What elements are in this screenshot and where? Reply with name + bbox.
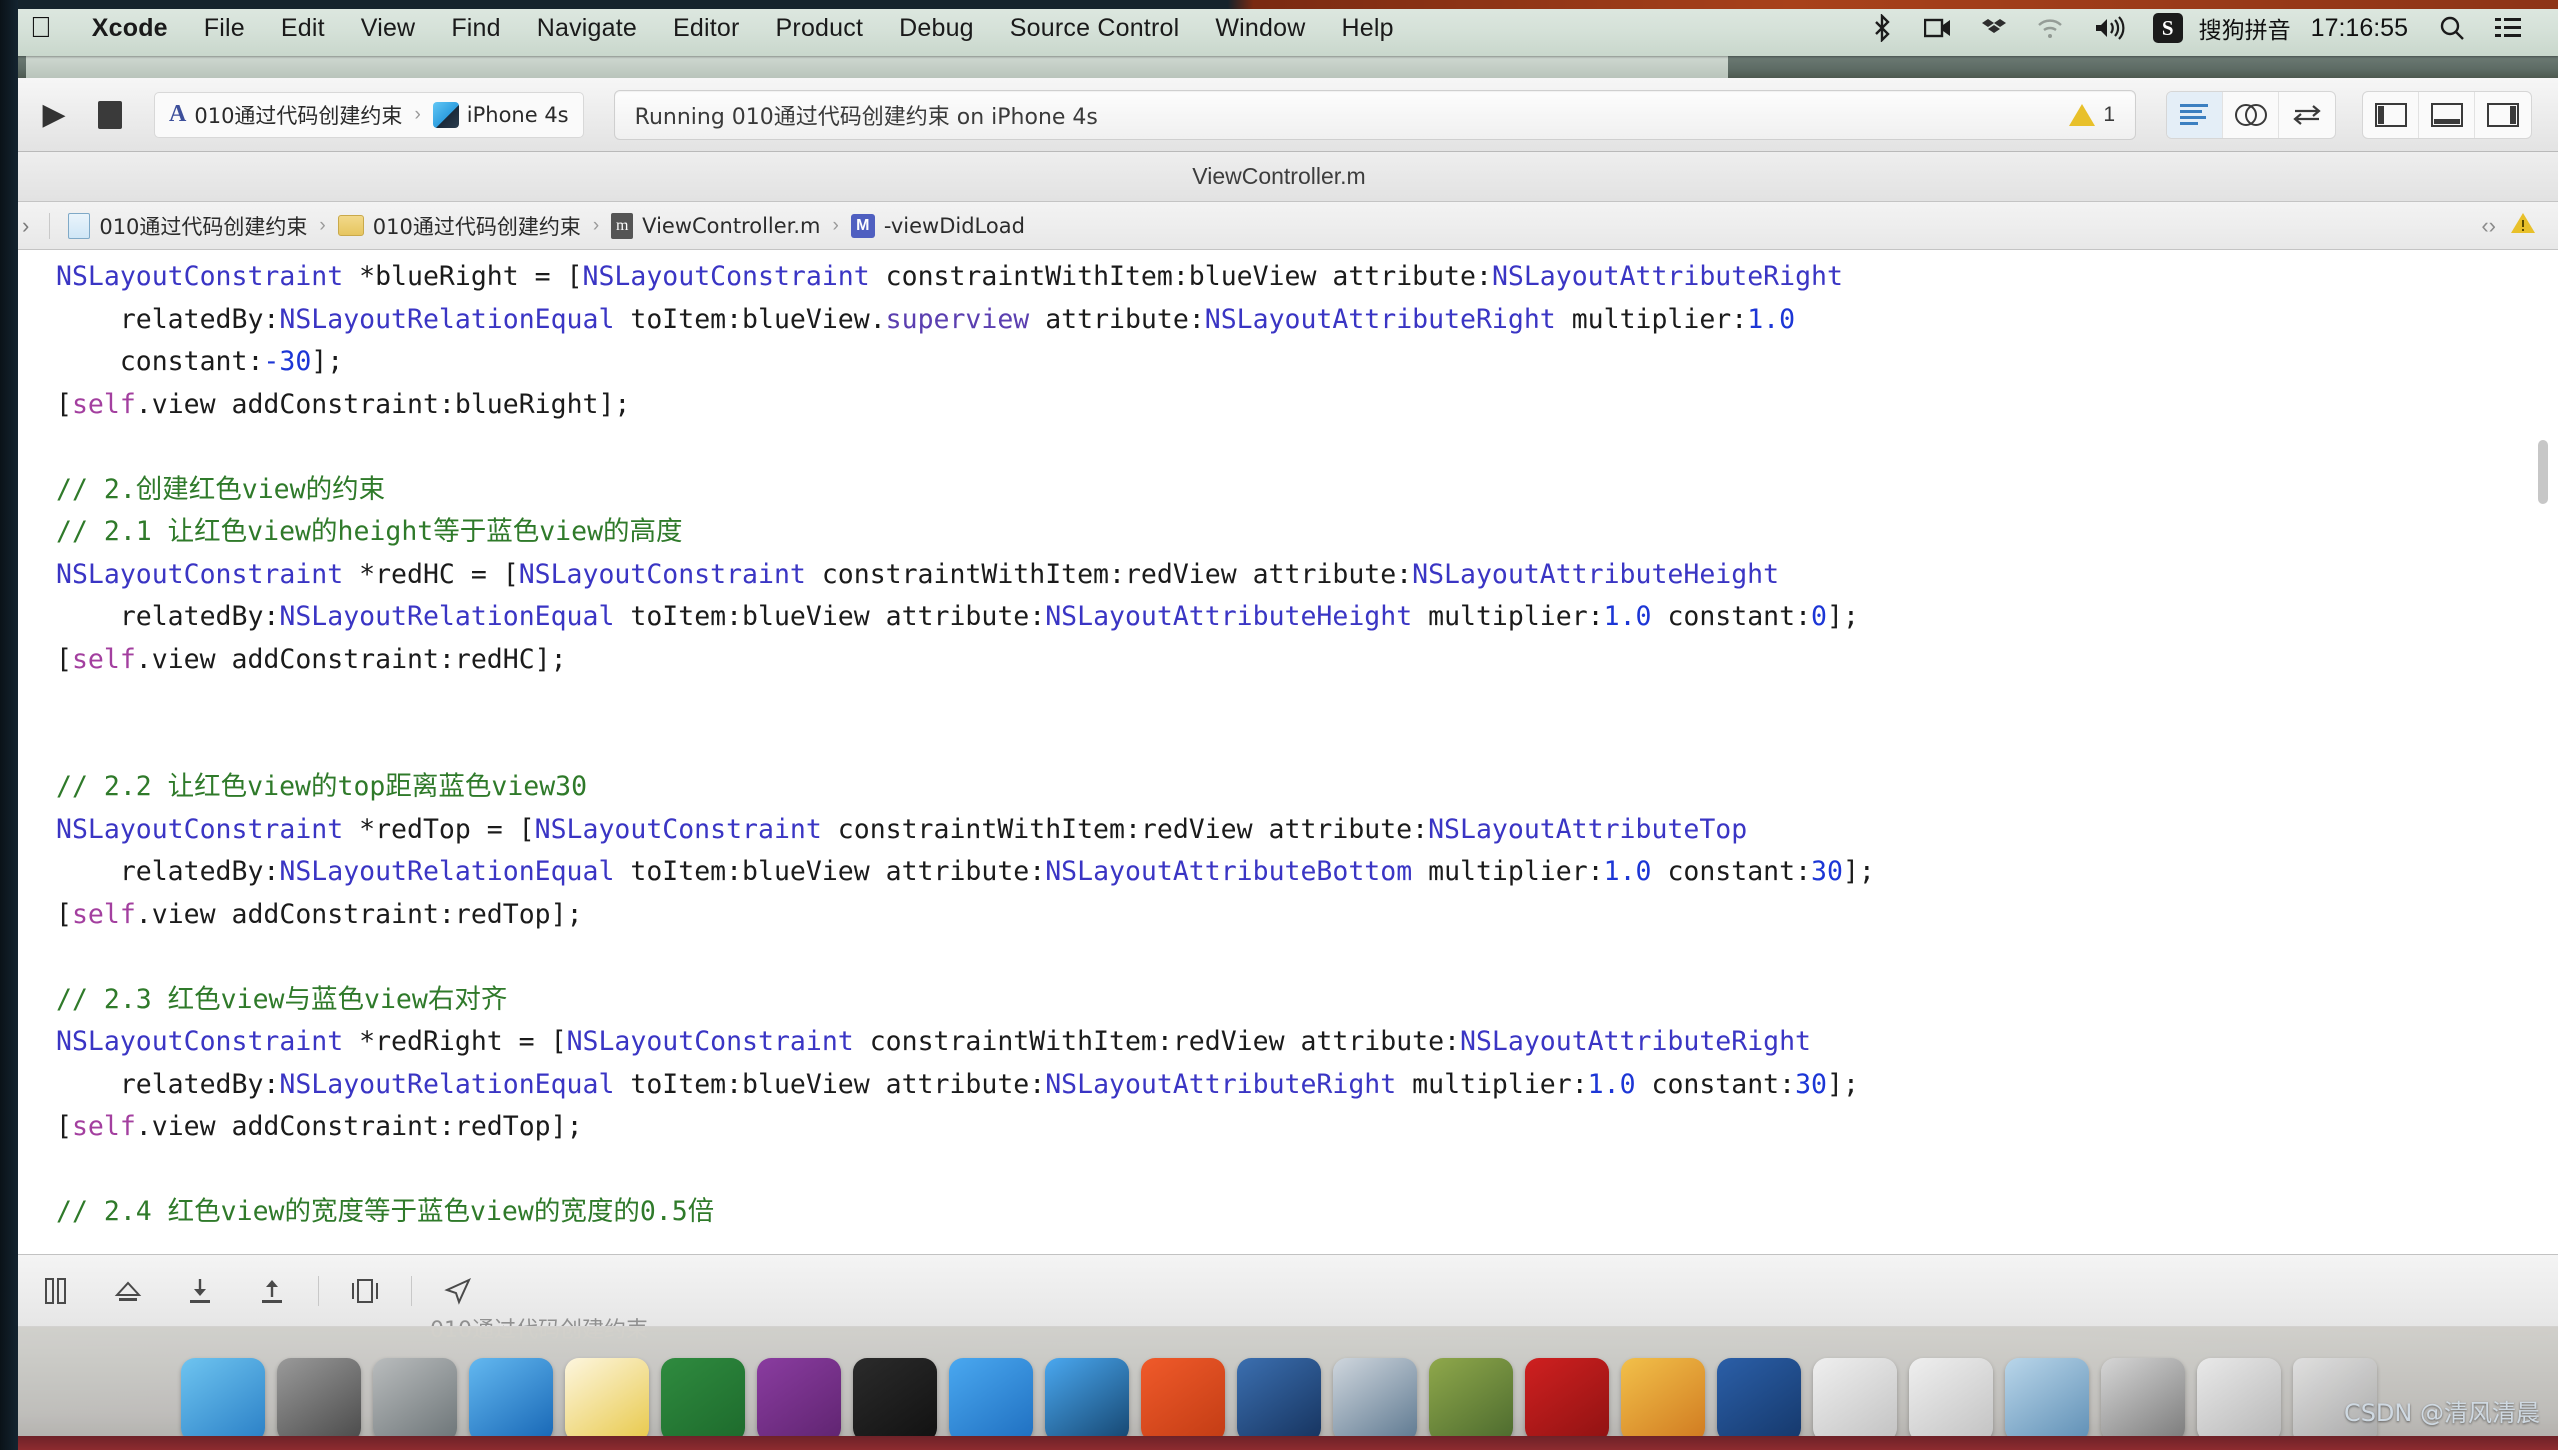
assistant-editor-icon[interactable] — [2223, 91, 2279, 138]
code-content[interactable]: NSLayoutConstraint *blueRight = [NSLayou… — [0, 250, 2558, 1234]
folder-icon — [337, 215, 364, 236]
search-icon[interactable] — [2424, 15, 2480, 41]
volume-icon[interactable] — [2079, 16, 2141, 40]
pause-icon[interactable] — [20, 1265, 92, 1317]
breadcrumb-file[interactable]: ViewController.m — [603, 212, 828, 239]
file-title: ViewController.m — [1192, 163, 1366, 189]
xcode-toolbar: ▶ A 010通过代码创建约束 › iPhone 4s Running 010通… — [0, 78, 2558, 152]
dropbox-icon[interactable] — [1967, 16, 2021, 40]
dock-item-font-book[interactable] — [1813, 1358, 1897, 1442]
project-icon — [68, 212, 91, 239]
chevron-right-icon-3: › — [832, 214, 839, 236]
xcode-window: ▶ A 010通过代码创建约束 › iPhone 4s Running 010通… — [0, 56, 2558, 1326]
breadcrumb-method[interactable]: M -viewDidLoad — [843, 213, 1033, 238]
jump-bar-right-controls: ‹› — [2481, 211, 2546, 240]
window-title-strip — [0, 56, 2558, 78]
jump-bar-divider — [49, 212, 51, 239]
screen-left-edge — [0, 0, 18, 1450]
breadcrumb-project[interactable]: 010通过代码创建约束 — [60, 211, 315, 241]
dock-item-documents-folder[interactable] — [2197, 1358, 2281, 1442]
mac-dock — [0, 1326, 2558, 1450]
dock-item-notes[interactable] — [565, 1358, 649, 1450]
activity-status-bar[interactable]: Running 010通过代码创建约束 on iPhone 4s 1 — [613, 89, 2136, 140]
warning-count: 1 — [2103, 102, 2115, 126]
scheme-project-label: 010通过代码创建约束 — [194, 103, 403, 128]
debug-bar-divider — [318, 1275, 319, 1306]
desktop:  Xcode File Edit View Find Navigate Edi… — [0, 0, 2558, 1450]
dock-item-microsoft-excel[interactable] — [661, 1358, 745, 1450]
dock-items — [178, 1358, 2380, 1450]
dock-item-filezilla[interactable] — [1525, 1358, 1609, 1442]
jump-bar: › 010通过代码创建约束 › 010通过代码创建约束 › ViewContro… — [0, 202, 2558, 250]
input-method-label[interactable]: 搜狗拼音 — [2189, 11, 2295, 45]
method-icon: M — [850, 213, 875, 238]
debug-bar — [0, 1254, 2558, 1326]
source-code[interactable]: NSLayoutConstraint *blueRight = [NSLayou… — [56, 256, 2558, 1234]
toolbar-right-controls — [2166, 90, 2532, 139]
dock-item-photo-viewer[interactable] — [2005, 1358, 2089, 1442]
dock-item-font-book-2[interactable] — [1909, 1358, 1993, 1442]
dock-item-finder[interactable] — [181, 1358, 265, 1450]
dock-item-microsoft-word[interactable] — [1717, 1358, 1801, 1442]
toggle-debug-area-icon[interactable] — [2419, 91, 2475, 138]
status-message: Running 010通过代码创建约束 on iPhone 4s — [634, 104, 1098, 130]
panel-toggle-group — [2362, 90, 2532, 139]
scheme-separator-icon: › — [414, 103, 421, 125]
dock-item-safari[interactable] — [469, 1358, 553, 1450]
scheme-device-label: iPhone 4s — [466, 102, 569, 127]
dock-item-microsoft-onenote[interactable] — [757, 1358, 841, 1450]
screen-top-strip — [0, 0, 2558, 9]
wifi-icon[interactable] — [2021, 17, 2079, 39]
editor-scrollbar[interactable] — [2538, 440, 2548, 504]
version-editor-icon[interactable] — [2279, 92, 2335, 138]
toggle-utilities-icon[interactable] — [2475, 92, 2531, 138]
sogou-badge-letter: S — [2152, 13, 2183, 43]
stop-button[interactable] — [82, 92, 138, 138]
dock-item-display[interactable] — [2101, 1358, 2185, 1442]
chevron-right-icon: › — [319, 214, 326, 236]
breadcrumb-file-label: ViewController.m — [642, 213, 821, 238]
breadcrumb-method-label: -viewDidLoad — [883, 213, 1025, 238]
dock-item-xcode-beta[interactable] — [1045, 1358, 1129, 1442]
dock-item-pycharm[interactable] — [1141, 1358, 1225, 1450]
simulator-icon — [432, 101, 459, 128]
breadcrumb-project-label: 010通过代码创建约束 — [99, 214, 308, 239]
screen-record-icon[interactable] — [1909, 16, 1967, 40]
step-into-icon[interactable] — [164, 1265, 236, 1317]
toggle-navigator-icon[interactable] — [2363, 91, 2419, 138]
run-button[interactable]: ▶ — [26, 92, 82, 138]
code-editor[interactable]: NSLayoutConstraint *blueRight = [NSLayou… — [0, 250, 2558, 1326]
editor-mode-group — [2166, 90, 2336, 139]
view-hierarchy-icon[interactable] — [329, 1265, 401, 1317]
dock-item-preview[interactable] — [1237, 1358, 1321, 1442]
dock-item-quicktime-player[interactable] — [1333, 1358, 1417, 1442]
dock-item-system-preferences[interactable] — [277, 1358, 361, 1450]
dock-item-launchpad[interactable] — [373, 1358, 457, 1450]
menu-bar-clock[interactable]: 17:16:55 — [2295, 14, 2424, 43]
chevron-left-right-icon[interactable]: ‹› — [2481, 213, 2496, 239]
bluetooth-icon[interactable] — [1855, 14, 1909, 42]
warning-triangle-icon — [2069, 103, 2096, 126]
dock-bottom-strip — [0, 1436, 2558, 1450]
xcode-project-icon: A — [169, 101, 187, 127]
step-over-icon[interactable] — [92, 1265, 164, 1317]
watermark: CSDN @清风清晨 — [2343, 1399, 2540, 1427]
notification-center-icon[interactable] — [2480, 17, 2536, 39]
chevron-right-icon-2: › — [592, 214, 600, 236]
dock-item-photos[interactable] — [1621, 1358, 1705, 1442]
location-icon[interactable] — [422, 1265, 494, 1317]
step-out-icon[interactable] — [236, 1265, 308, 1317]
warning-icon[interactable] — [2510, 211, 2536, 240]
breadcrumb-folder-label: 010通过代码创建约束 — [372, 214, 581, 239]
dock-item-image-capture[interactable] — [1429, 1358, 1513, 1442]
dock-item-terminal[interactable] — [853, 1358, 937, 1450]
debug-bar-divider-2 — [411, 1275, 412, 1306]
standard-editor-icon[interactable] — [2167, 91, 2223, 138]
scheme-selector[interactable]: A 010通过代码创建约束 › iPhone 4s — [154, 91, 584, 138]
m-file-icon — [611, 212, 634, 239]
breadcrumb-folder[interactable]: 010通过代码创建约束 — [330, 211, 589, 241]
dock-item-xcode[interactable] — [949, 1358, 1033, 1450]
warning-indicator[interactable]: 1 — [2069, 103, 2115, 127]
editor-file-title-bar: ViewController.m — [0, 152, 2558, 202]
